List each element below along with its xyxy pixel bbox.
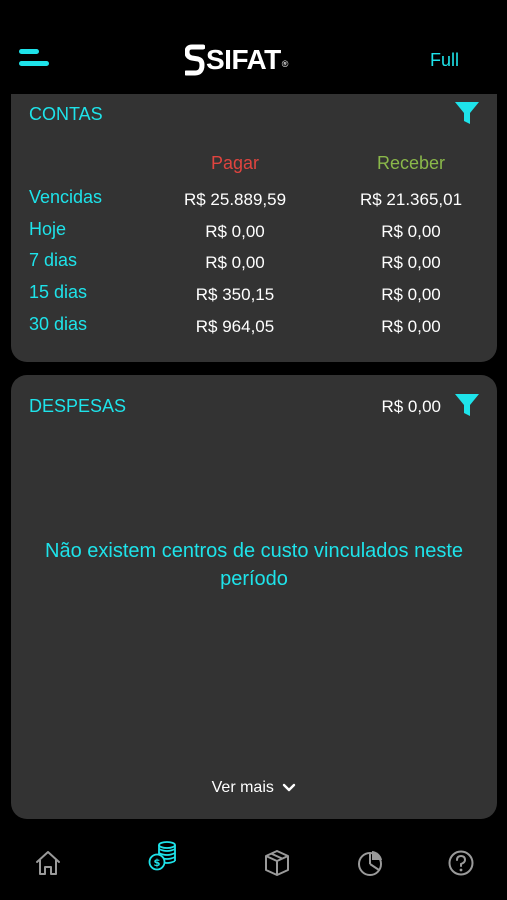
filter-icon[interactable] — [454, 392, 480, 418]
see-more-label: Ver mais — [211, 779, 274, 796]
empty-state-message: Não existem centros de custo vinculados … — [45, 540, 463, 590]
chevron-down-icon — [283, 783, 296, 791]
table-row[interactable]: Hoje R$ 0,00 R$ 0,00 — [11, 219, 497, 249]
filter-icon[interactable] — [454, 100, 480, 126]
contas-card: CONTAS Pagar Receber Vencidas R$ 25.889,… — [11, 94, 497, 362]
table-row[interactable]: Vencidas R$ 25.889,59 R$ 21.365,01 — [11, 187, 497, 217]
receber-value: R$ 0,00 — [381, 285, 441, 304]
pagar-value: R$ 964,05 — [195, 317, 275, 336]
row-label: 30 dias — [29, 314, 88, 334]
pagar-value: R$ 350,15 — [195, 285, 275, 304]
table-row[interactable]: 15 dias R$ 350,15 R$ 0,00 — [11, 282, 497, 312]
despesas-total: R$ 0,00 — [381, 397, 441, 416]
help-icon[interactable] — [446, 848, 476, 878]
bottom-navigation: $ — [0, 828, 507, 900]
registered-mark: ® — [281, 59, 289, 69]
table-row[interactable]: 30 dias R$ 964,05 R$ 0,00 — [11, 314, 497, 344]
table-row[interactable]: 7 dias R$ 0,00 R$ 0,00 — [11, 250, 497, 280]
mode-toggle[interactable]: Full — [430, 50, 459, 71]
pagar-value: R$ 25.889,59 — [183, 190, 287, 209]
column-header-receber: Receber — [376, 153, 446, 173]
see-more-button[interactable]: Ver mais — [11, 779, 497, 797]
column-header-pagar: Pagar — [210, 153, 260, 173]
row-label: 7 dias — [29, 250, 78, 270]
pie-chart-icon[interactable] — [355, 848, 385, 878]
receber-value: R$ 21.365,01 — [359, 190, 463, 209]
menu-icon[interactable] — [19, 48, 51, 72]
row-label: Hoje — [29, 219, 67, 239]
row-label: 15 dias — [29, 282, 88, 302]
sifat-logo: SIFAT ® — [185, 42, 288, 78]
coins-icon[interactable]: $ — [147, 840, 179, 872]
app-header: SIFAT ® Full — [0, 0, 507, 94]
box-icon[interactable] — [262, 848, 292, 878]
home-icon[interactable] — [33, 848, 63, 878]
receber-value: R$ 0,00 — [381, 253, 441, 272]
sifat-logo-mark-icon — [185, 44, 205, 76]
logo-text: SIFAT — [206, 44, 281, 75]
pagar-value: R$ 0,00 — [205, 222, 265, 241]
pagar-value: R$ 0,00 — [205, 253, 265, 272]
receber-value: R$ 0,00 — [381, 222, 441, 241]
row-label: Vencidas — [29, 187, 103, 207]
receber-value: R$ 0,00 — [381, 317, 441, 336]
contas-title: CONTAS — [29, 104, 103, 124]
despesas-title: DESPESAS — [29, 396, 127, 416]
despesas-card: DESPESAS R$ 0,00 Não existem centros de … — [11, 375, 497, 819]
svg-text:$: $ — [154, 858, 161, 869]
